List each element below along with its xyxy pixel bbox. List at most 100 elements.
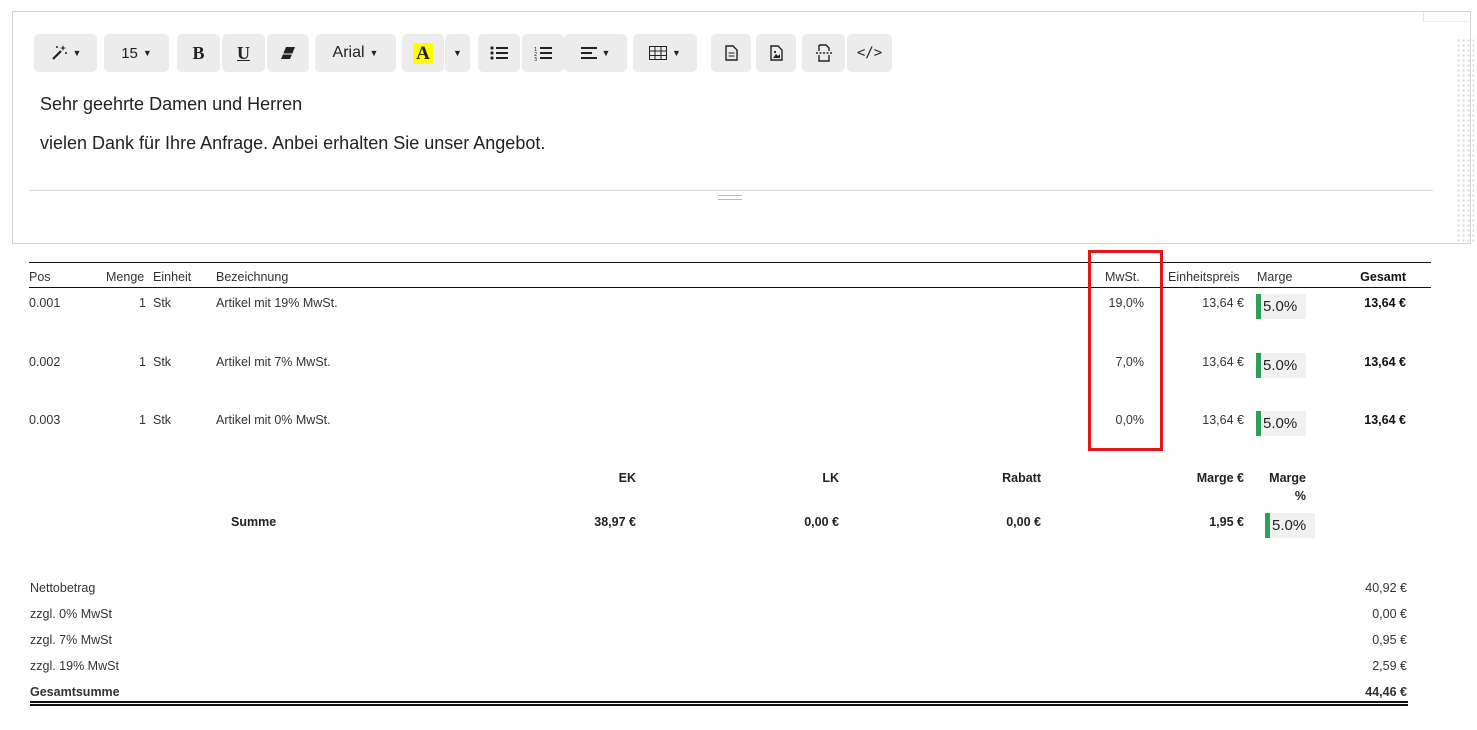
row-marge: 5.0% bbox=[1263, 357, 1298, 374]
summary-marge-eur-value: 1,95 € bbox=[1209, 515, 1244, 529]
eraser-icon bbox=[280, 46, 296, 60]
total-label-netto: Nettobetrag bbox=[30, 581, 96, 595]
font-size-dropdown[interactable]: 15 ▼ bbox=[104, 34, 169, 72]
chevron-down-icon: ▼ bbox=[601, 48, 611, 58]
page-break-button[interactable] bbox=[802, 34, 845, 72]
clear-format-button[interactable] bbox=[267, 34, 309, 72]
scroll-area[interactable] bbox=[1456, 38, 1474, 242]
summary-ek-label: EK bbox=[618, 471, 636, 485]
row-einheit: Stk bbox=[153, 355, 172, 369]
row-einheitspreis: 13,64 € bbox=[1202, 296, 1244, 310]
chevron-down-icon: ▼ bbox=[72, 48, 82, 58]
summary-lk-label: LK bbox=[822, 471, 839, 485]
summary-marge-pct-value: 5.0% bbox=[1272, 517, 1307, 534]
insert-image-button[interactable] bbox=[756, 34, 796, 72]
summary-rabatt-value: 0,00 € bbox=[1006, 515, 1041, 529]
summary-marge-pct-label: Marge bbox=[1269, 471, 1306, 485]
bold-button[interactable]: B bbox=[177, 34, 220, 72]
underline-label: U bbox=[237, 42, 250, 63]
row-marge-indicator: 5.0% bbox=[1256, 411, 1306, 436]
row-bezeichnung: Artikel mit 19% MwSt. bbox=[216, 296, 338, 310]
style-button[interactable]: ▼ bbox=[34, 34, 97, 72]
total-label-mwst-7: zzgl. 7% MwSt bbox=[30, 633, 112, 647]
row-pos: 0.003 bbox=[29, 413, 61, 427]
total-label-gesamtsumme: Gesamtsumme bbox=[30, 685, 120, 699]
svg-text:3: 3 bbox=[534, 57, 537, 61]
bold-label: B bbox=[192, 42, 205, 63]
table-icon bbox=[649, 46, 668, 60]
chevron-down-icon: ▼ bbox=[369, 48, 379, 58]
rich-text-editor: ▼ 15 ▼ B U Arial ▼ A ▼ 123 ▼ ▼ </> Sehr … bbox=[12, 11, 1474, 244]
row-pos: 0.002 bbox=[29, 355, 61, 369]
header-einheit: Einheit bbox=[153, 270, 192, 284]
header-gesamt: Gesamt bbox=[1360, 270, 1406, 284]
align-left-icon bbox=[580, 47, 597, 59]
align-dropdown[interactable]: ▼ bbox=[564, 34, 627, 72]
highlight-color-dropdown[interactable]: ▼ bbox=[445, 34, 470, 72]
summary-summe-label: Summe bbox=[231, 515, 277, 529]
editor-content[interactable]: Sehr geehrte Damen und Herren vielen Dan… bbox=[40, 92, 545, 170]
row-einheitspreis: 13,64 € bbox=[1202, 355, 1244, 369]
summary-marge-indicator: 5.0% bbox=[1265, 513, 1315, 538]
summary-marge-pct-label-unit: % bbox=[1294, 489, 1306, 503]
numbered-list-icon: 123 bbox=[534, 46, 552, 61]
row-marge-indicator: 5.0% bbox=[1256, 294, 1306, 319]
total-value-netto: 40,92 € bbox=[1365, 581, 1407, 595]
bullet-list-icon bbox=[490, 46, 508, 60]
header-marge: Marge bbox=[1257, 270, 1293, 284]
resize-handle[interactable] bbox=[718, 195, 742, 200]
table-header-rule bbox=[29, 287, 1431, 288]
code-icon: </> bbox=[856, 45, 883, 61]
row-marge: 5.0% bbox=[1263, 415, 1298, 432]
total-value-gesamtsumme: 44,46 € bbox=[1365, 685, 1407, 699]
header-bezeichnung: Bezeichnung bbox=[216, 270, 289, 284]
row-gesamt: 13,64 € bbox=[1364, 413, 1406, 427]
editor-divider bbox=[29, 190, 1433, 191]
row-einheit: Stk bbox=[153, 296, 172, 310]
font-name-value: Arial bbox=[332, 44, 365, 61]
corner-tab bbox=[1423, 12, 1473, 22]
editor-line: vielen Dank für Ihre Anfrage. Anbei erha… bbox=[40, 133, 546, 153]
header-einheitspreis: Einheitspreis bbox=[1168, 270, 1240, 284]
table-dropdown[interactable]: ▼ bbox=[633, 34, 697, 72]
row-menge: 1 bbox=[139, 413, 146, 427]
total-label-mwst-0: zzgl. 0% MwSt bbox=[30, 607, 112, 621]
editor-line: Sehr geehrte Damen und Herren bbox=[40, 94, 303, 114]
highlight-letter: A bbox=[413, 42, 433, 64]
row-einheitspreis: 13,64 € bbox=[1202, 413, 1244, 427]
numbered-list-button[interactable]: 123 bbox=[522, 34, 564, 72]
chevron-down-icon: ▼ bbox=[453, 48, 462, 58]
row-marge-indicator: 5.0% bbox=[1256, 353, 1306, 378]
font-family-dropdown[interactable]: Arial ▼ bbox=[315, 34, 396, 72]
image-file-icon bbox=[769, 45, 783, 61]
chevron-down-icon: ▼ bbox=[142, 48, 152, 58]
row-gesamt: 13,64 € bbox=[1364, 296, 1406, 310]
header-menge: Menge bbox=[106, 270, 145, 284]
page-break-icon bbox=[815, 44, 832, 62]
summary-ek-value: 38,97 € bbox=[594, 515, 636, 529]
row-menge: 1 bbox=[139, 296, 146, 310]
document-icon bbox=[724, 45, 738, 61]
font-size-value: 15 bbox=[121, 44, 138, 62]
table-top-rule bbox=[29, 262, 1431, 263]
chevron-down-icon: ▼ bbox=[672, 48, 681, 58]
insert-document-button[interactable] bbox=[711, 34, 751, 72]
underline-button[interactable]: U bbox=[222, 34, 265, 72]
mwst-column-highlight bbox=[1088, 250, 1163, 451]
grand-total-double-rule bbox=[30, 701, 1408, 706]
summary-lk-value: 0,00 € bbox=[804, 515, 839, 529]
row-gesamt: 13,64 € bbox=[1364, 355, 1406, 369]
code-view-button[interactable]: </> bbox=[847, 34, 892, 72]
row-menge: 1 bbox=[139, 355, 146, 369]
summary-marge-eur-label: Marge € bbox=[1196, 471, 1244, 485]
total-label-mwst-19: zzgl. 19% MwSt bbox=[30, 659, 119, 673]
total-value-mwst-19: 2,59 € bbox=[1372, 659, 1407, 673]
bullet-list-button[interactable] bbox=[478, 34, 520, 72]
highlight-color-button[interactable]: A bbox=[402, 34, 444, 72]
row-marge: 5.0% bbox=[1263, 298, 1298, 315]
row-pos: 0.001 bbox=[29, 296, 61, 310]
summary-rabatt-label: Rabatt bbox=[1002, 471, 1041, 485]
magic-wand-icon bbox=[50, 44, 68, 62]
row-bezeichnung: Artikel mit 0% MwSt. bbox=[216, 413, 331, 427]
total-value-mwst-0: 0,00 € bbox=[1372, 607, 1407, 621]
